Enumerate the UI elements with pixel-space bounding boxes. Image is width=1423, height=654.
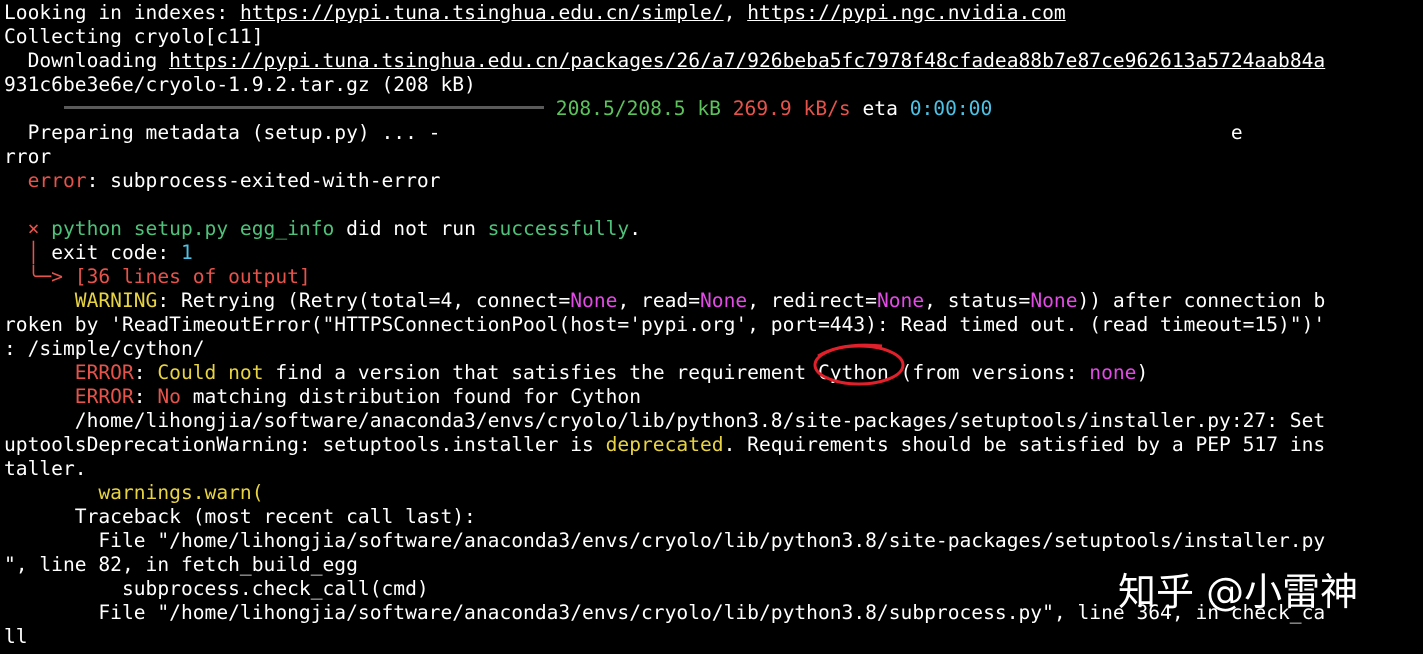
close-paren: ) xyxy=(1136,361,1149,384)
traceback-location-line-1: ", line 82, in fetch_build_egg xyxy=(4,553,358,576)
taller-line: taller. xyxy=(4,457,87,480)
downloading-label: Downloading xyxy=(4,49,170,72)
could-not-text: Could not xyxy=(157,361,264,384)
no-version-error-line: ERROR: Could not find a version that sat… xyxy=(4,361,1149,385)
output-lines-count-line: ╰─> [36 lines of output] xyxy=(4,265,311,289)
deprecated-word: deprecated xyxy=(605,433,724,456)
warning-text: , read= xyxy=(617,289,701,312)
traceback-file-line-1: File "/home/lihongjia/software/anaconda3… xyxy=(4,529,1326,552)
requirement-text: find a version that satisfies the requir… xyxy=(263,361,1090,384)
preparing-metadata-line: Preparing metadata (setup.py) ... - e xyxy=(4,121,1243,144)
failed-command: python setup.py egg_info xyxy=(39,217,335,240)
warning-text: , status= xyxy=(924,289,1031,312)
traceback-wrap-line: ll xyxy=(4,625,28,648)
eta-value: 0:00:00 xyxy=(909,97,993,120)
no-distribution-text: matching distribution found for Cython xyxy=(180,385,642,408)
output-lines-count: [36 lines of output] xyxy=(74,265,311,288)
none-value: none xyxy=(1089,361,1137,384)
collecting-line: Collecting cryolo[c11] xyxy=(4,25,264,48)
pip-index-line: Looking in indexes: https://pypi.tuna.ts… xyxy=(4,1,1066,25)
none-value: None xyxy=(1030,289,1078,312)
progress-line: 208.5/208.5 kB 269.9 kB/s eta 0:00:00 xyxy=(64,97,992,121)
terminal-window[interactable]: Looking in indexes: https://pypi.tuna.ts… xyxy=(0,0,1423,654)
deprecation-text: . Requirements should be satisfied by a … xyxy=(723,433,1326,456)
tree-branch: │ xyxy=(4,241,52,264)
error-wrap-line: rror xyxy=(4,145,52,168)
warnings-warn-call: warnings.warn( xyxy=(98,481,264,504)
simple-cython-line: : /simple/cython/ xyxy=(4,337,205,360)
deprecation-text: uptoolsDeprecationWarning: setuptools.in… xyxy=(4,433,606,456)
colon: : xyxy=(133,385,158,408)
download-filename-line: 931c6be3e6e/cryolo-1.9.2.tar.gz (208 kB) xyxy=(4,73,476,96)
error-keyword: error xyxy=(27,169,87,192)
traceback-header-line: Traceback (most recent call last): xyxy=(4,505,476,528)
no-distribution-error-line: ERROR: No matching distribution found fo… xyxy=(4,385,641,409)
exit-code-line: │ exit code: 1 xyxy=(4,241,193,265)
none-value: None xyxy=(570,289,618,312)
index-separator: , xyxy=(723,1,748,24)
warning-keyword: WARNING xyxy=(74,289,158,312)
nvidia-index-link[interactable]: https://pypi.ngc.nvidia.com xyxy=(747,1,1066,24)
tree-arrow: ╰─> xyxy=(4,265,75,288)
exit-code-value: 1 xyxy=(180,241,193,264)
deprecation-warning-line: uptoolsDeprecationWarning: setuptools.in… xyxy=(4,433,1325,457)
warning-text: : Retrying (Retry(total=4, connect= xyxy=(157,289,571,312)
exit-code-label: exit code: xyxy=(51,241,181,264)
traceback-code-line: subprocess.check_call(cmd) xyxy=(4,577,429,600)
egg-info-failure-line: × python setup.py egg_info did not run s… xyxy=(4,217,641,241)
warnings-warn-line: warnings.warn( xyxy=(4,481,264,505)
red-annotation-circle-icon xyxy=(813,343,905,386)
read-timeout-line: roken by 'ReadTimeoutError("HTTPSConnect… xyxy=(4,313,1326,336)
subprocess-error-line: error: subprocess-exited-with-error xyxy=(4,169,441,193)
eta-label: eta xyxy=(862,97,898,120)
subprocess-error-text: : subprocess-exited-with-error xyxy=(86,169,441,192)
warning-text: )) after connection b xyxy=(1077,289,1326,312)
none-value: None xyxy=(876,289,925,312)
progress-size: 208.5/208.5 kB xyxy=(555,97,721,120)
period: . xyxy=(629,217,642,240)
error-keyword: ERROR xyxy=(74,385,134,408)
colon: : xyxy=(133,361,158,384)
index-label: Looking in indexes: xyxy=(4,1,240,24)
downloading-line: Downloading https://pypi.tuna.tsinghua.e… xyxy=(4,49,1326,73)
error-keyword: ERROR xyxy=(74,361,134,384)
no-word: No xyxy=(157,385,181,408)
zhihu-watermark: 知乎 @小雷神 xyxy=(1118,570,1359,614)
installer-path-line: /home/lihongjia/software/anaconda3/envs/… xyxy=(4,409,1326,432)
download-progress-bar xyxy=(64,106,544,109)
warning-text: , redirect= xyxy=(747,289,877,312)
package-download-link[interactable]: https://pypi.tuna.tsinghua.edu.cn/packag… xyxy=(169,49,1325,72)
failure-text: did not run xyxy=(334,217,488,240)
retry-warning-line: WARNING: Retrying (Retry(total=4, connec… xyxy=(4,289,1325,313)
tuna-index-link[interactable]: https://pypi.tuna.tsinghua.edu.cn/simple… xyxy=(240,1,724,24)
progress-speed: 269.9 kB/s xyxy=(732,97,851,120)
none-value: None xyxy=(700,289,748,312)
successfully-word: successfully xyxy=(487,217,630,240)
failure-cross-icon: × xyxy=(27,217,40,240)
